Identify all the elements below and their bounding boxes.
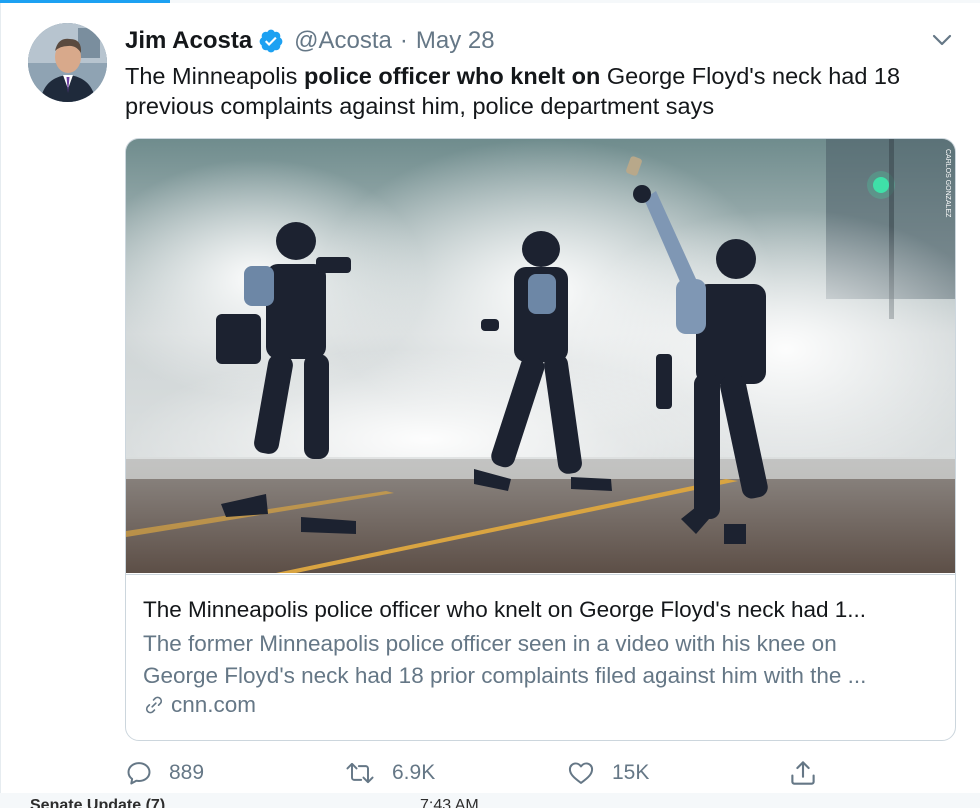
like-button[interactable]: 15K <box>566 755 649 791</box>
tweet-text-bold: police officer who knelt on <box>303 63 601 89</box>
avatar-image <box>28 23 107 102</box>
background-item-time: 7:43 AM <box>420 797 479 808</box>
photo-credit: CARLOS GONZALEZ <box>944 149 951 218</box>
reply-icon <box>127 762 151 785</box>
link-icon <box>145 696 163 714</box>
card-image: CARLOS GONZALEZ <box>126 139 955 573</box>
like-count: 15K <box>612 761 650 784</box>
card-domain[interactable]: cnn.com <box>143 692 256 718</box>
author-handle[interactable]: @Acosta <box>294 27 392 55</box>
chevron-down-icon[interactable] <box>931 31 953 49</box>
background-feed-strip: Senate Update (7) 7:43 AM <box>0 793 980 808</box>
tweet[interactable]: Jim Acosta @Acosta · May 28 The Minneapo… <box>0 3 980 794</box>
verified-badge-icon <box>259 29 283 53</box>
retweet-button[interactable]: 6.9K <box>344 755 435 791</box>
author-name[interactable]: Jim Acosta <box>125 27 252 55</box>
reply-button[interactable]: 889 <box>125 755 204 791</box>
link-card[interactable]: CARLOS GONZALEZ The Minneapolis police o… <box>125 138 956 741</box>
tweet-header: Jim Acosta @Acosta · May 28 <box>125 25 495 57</box>
card-photo: CARLOS GONZALEZ <box>126 139 955 573</box>
card-description-line-2: George Floyd's neck had 18 prior complai… <box>143 663 867 688</box>
tweet-text-start: The Minneapolis <box>125 63 304 89</box>
action-bar: 889 6.9K 15K <box>125 755 825 791</box>
card-description-line-1: The former Minneapolis police officer se… <box>143 631 837 656</box>
card-title[interactable]: The Minneapolis police officer who knelt… <box>143 595 943 625</box>
like-icon <box>568 762 594 784</box>
reply-count: 889 <box>169 761 205 784</box>
card-description: The former Minneapolis police officer se… <box>143 628 943 692</box>
share-button[interactable] <box>788 755 818 791</box>
retweet-icon <box>346 762 374 784</box>
share-icon <box>791 761 815 785</box>
tweet-text: The Minneapolis police officer who knelt… <box>125 61 955 121</box>
retweet-count: 6.9K <box>392 761 436 784</box>
header-separator: · <box>399 27 408 54</box>
tweet-date[interactable]: May 28 <box>416 27 495 55</box>
page: Jim Acosta @Acosta · May 28 The Minneapo… <box>0 0 980 808</box>
background-item-title: Senate Update (7) <box>30 797 166 808</box>
card-domain-text: cnn.com <box>171 692 257 717</box>
avatar[interactable] <box>28 23 107 102</box>
card-body[interactable]: The Minneapolis police officer who knelt… <box>126 574 955 740</box>
